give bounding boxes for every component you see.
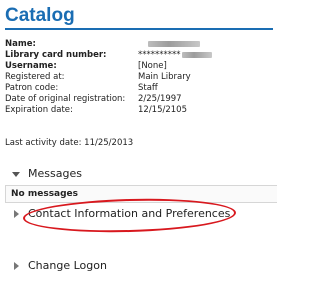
- patron-value-code: Staff: [138, 83, 158, 93]
- patron-label-orig-registration: Date of original registration:: [5, 94, 126, 104]
- patron-value-username: [None]: [138, 61, 167, 71]
- patron-label-name: Name:: [5, 39, 36, 49]
- chevron-down-icon: [12, 171, 20, 177]
- patron-label-username: Username:: [5, 61, 57, 71]
- patron-value-card: **********: [138, 50, 215, 61]
- patron-row-registered: Registered at: Main Library: [5, 72, 215, 83]
- change-logon-label: Change Logon: [28, 259, 107, 272]
- patron-value-name: [138, 39, 215, 50]
- patron-row-expiration: Expiration date: 12/15/2105: [5, 105, 215, 116]
- patron-info-table: Name: Library card number: ********** Us…: [5, 39, 215, 116]
- messages-section-label: Messages: [28, 167, 82, 180]
- patron-value-registered: Main Library: [138, 72, 191, 82]
- patron-row-orig-registration: Date of original registration: 2/25/1997: [5, 94, 215, 105]
- patron-label-registered: Registered at:: [5, 72, 65, 82]
- patron-label-code: Patron code:: [5, 83, 59, 93]
- patron-row-name: Name:: [5, 39, 215, 50]
- no-messages-text: No messages: [11, 189, 79, 199]
- patron-value-expiration: 12/15/2105: [138, 105, 187, 115]
- redacted-card-tail: [181, 51, 212, 58]
- change-logon-toggle[interactable]: Change Logon: [14, 259, 107, 273]
- patron-row-card: Library card number: **********: [5, 50, 215, 61]
- patron-label-expiration: Expiration date:: [5, 105, 73, 115]
- patron-value-orig-registration: 2/25/1997: [138, 94, 182, 104]
- chevron-right-icon: [14, 262, 19, 270]
- title-underline: [5, 28, 273, 30]
- patron-row-username: Username: [None]: [5, 61, 215, 72]
- card-number-stars: **********: [138, 50, 181, 60]
- redacted-name: [148, 40, 200, 47]
- messages-section-toggle[interactable]: Messages: [12, 167, 82, 181]
- chevron-right-icon: [14, 210, 19, 218]
- patron-label-card: Library card number:: [5, 50, 107, 60]
- catalog-title: Catalog: [5, 5, 75, 26]
- patron-row-code: Patron code: Staff: [5, 83, 215, 94]
- last-activity-date: Last activity date: 11/25/2013: [5, 138, 134, 148]
